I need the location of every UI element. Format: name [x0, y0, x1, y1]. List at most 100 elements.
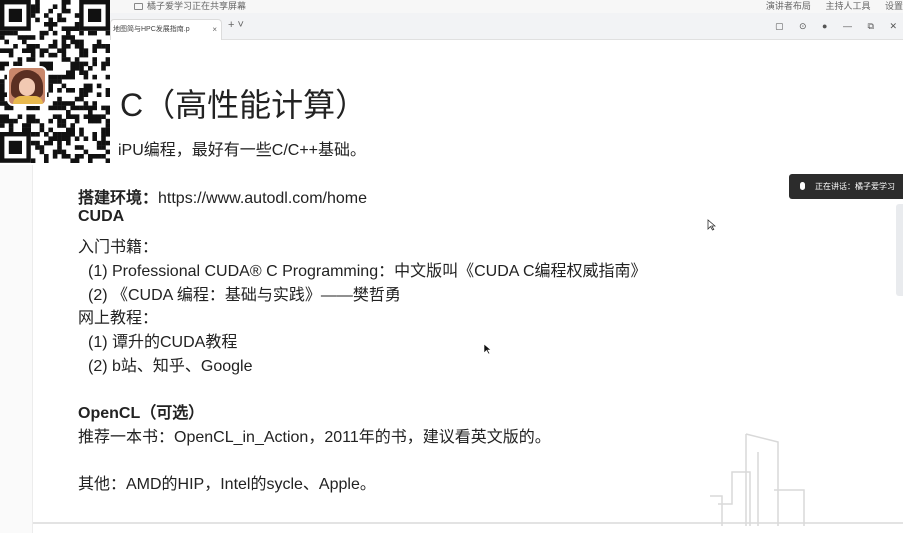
qr-module — [57, 149, 62, 155]
qr-module — [17, 57, 23, 62]
qr-module — [30, 52, 36, 58]
cuda-heading: CUDA — [78, 208, 124, 226]
qr-module — [8, 48, 14, 53]
qr-module — [4, 105, 9, 111]
qr-code — [0, 0, 110, 165]
extension-icon[interactable]: ⊙ — [799, 21, 807, 32]
qr-module — [39, 127, 45, 133]
qr-module — [105, 123, 110, 128]
qr-module — [52, 39, 58, 45]
minimize-icon[interactable]: — — [843, 21, 852, 31]
qr-module — [92, 74, 97, 80]
qr-module — [105, 132, 110, 137]
qr-module — [35, 140, 40, 146]
slide-title: C（高性能计算） — [120, 87, 368, 123]
qr-module — [0, 92, 5, 97]
screen-share-view: 橘子爱学习正在共享屏幕 演讲者布局 主持人工具 设置 地图简与HPC发展指南.p… — [0, 0, 903, 533]
side-tool-rail[interactable] — [896, 204, 903, 296]
avatar — [7, 66, 47, 106]
qr-module — [48, 74, 53, 80]
qr-module — [0, 48, 5, 53]
browser-tab-title: 地图简与HPC发展指南.p — [113, 26, 190, 33]
qr-module — [57, 132, 62, 137]
qr-module — [70, 35, 75, 40]
qr-module — [35, 132, 40, 137]
qr-module — [79, 154, 84, 159]
qr-module — [61, 123, 67, 128]
share-menu: 演讲者布局 主持人工具 设置 — [754, 0, 903, 13]
tab-close-icon[interactable]: × — [212, 20, 217, 39]
settings-menu[interactable]: 设置 — [885, 1, 903, 11]
env-line: 搭建环境：https://www.autodl.com/home — [78, 184, 367, 208]
qr-module — [26, 118, 31, 124]
screen-share-icon — [134, 3, 143, 10]
qr-module — [57, 145, 62, 150]
qr-module — [88, 118, 93, 124]
qr-module — [30, 44, 36, 49]
qr-module — [101, 127, 106, 133]
qr-module — [57, 136, 62, 141]
qr-module — [70, 123, 75, 128]
qr-module — [66, 26, 71, 31]
qr-module — [74, 13, 80, 18]
qr-module — [57, 13, 62, 18]
avatar-face — [19, 78, 35, 96]
qr-module — [61, 74, 67, 80]
qr-module — [74, 158, 80, 163]
close-window-icon[interactable]: ✕ — [889, 21, 897, 32]
qr-module — [79, 66, 84, 71]
qr-module — [66, 101, 71, 106]
qr-module — [101, 114, 106, 119]
qr-module — [52, 136, 58, 141]
qr-module — [61, 8, 67, 14]
qr-module — [92, 154, 97, 159]
qr-module — [66, 57, 71, 62]
qr-module — [61, 57, 67, 62]
qr-module — [44, 30, 49, 36]
share-status-text: 橘子爱学习正在共享屏幕 — [147, 1, 247, 11]
qr-module — [48, 26, 53, 31]
presenter-layout-menu[interactable]: 演讲者布局 — [766, 1, 811, 11]
qr-module — [35, 105, 40, 111]
qr-module — [105, 118, 110, 124]
qr-module — [88, 114, 93, 119]
qr-module — [0, 118, 5, 124]
qr-module — [101, 66, 106, 71]
qr-module — [26, 114, 31, 119]
tab-view-icon[interactable]: ▢ — [775, 21, 784, 32]
qr-module — [61, 35, 67, 40]
qr-module — [0, 114, 5, 119]
profile-icon[interactable]: ● — [822, 21, 827, 31]
qr-module — [57, 17, 62, 23]
qr-module — [92, 57, 97, 62]
qr-module — [88, 110, 93, 115]
qr-module — [8, 123, 14, 128]
qr-module — [8, 127, 14, 133]
qr-module — [61, 83, 67, 89]
qr-module — [79, 132, 84, 137]
qr-module — [52, 74, 58, 80]
host-tools-menu[interactable]: 主持人工具 — [825, 1, 870, 11]
qr-module — [48, 79, 53, 84]
qr-module — [52, 149, 58, 155]
qr-module — [30, 158, 36, 163]
qr-module — [92, 101, 97, 106]
qr-module — [0, 66, 5, 71]
browser-tab-tools: ▢ ⊙ ● — ⧉ ✕ — [762, 21, 897, 32]
qr-module — [0, 123, 5, 128]
qr-module — [39, 52, 45, 58]
qr-module — [0, 83, 5, 89]
qr-module — [48, 88, 53, 93]
qr-module — [74, 114, 80, 119]
new-tab-button[interactable]: + ˅ — [228, 19, 244, 31]
restore-icon[interactable]: ⧉ — [868, 21, 874, 32]
qr-module — [52, 105, 58, 111]
qr-module — [70, 158, 75, 163]
qr-module — [61, 48, 67, 53]
qr-module — [79, 48, 84, 53]
qr-module — [74, 154, 80, 159]
qr-module — [83, 136, 89, 141]
qr-module — [66, 136, 71, 141]
qr-module — [22, 127, 27, 133]
browser-tab[interactable]: 地图简与HPC发展指南.p × — [110, 19, 222, 40]
